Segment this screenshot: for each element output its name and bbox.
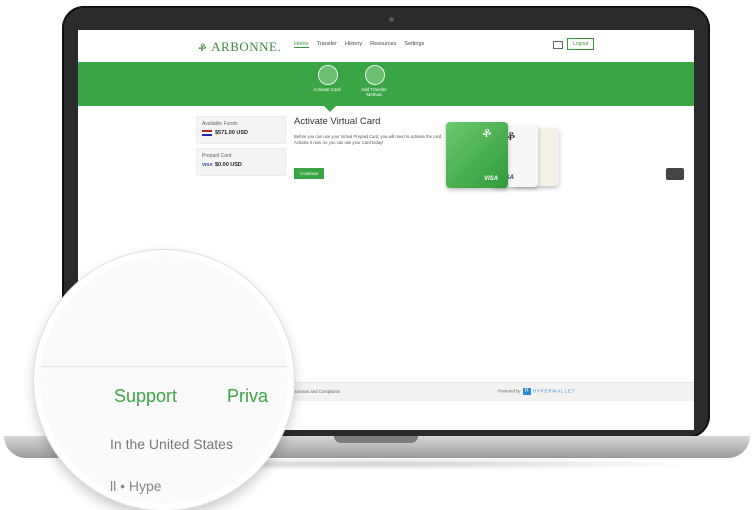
- camera-dot: [389, 17, 394, 22]
- nav-links: Home Transfer History Resources Settings: [294, 41, 424, 48]
- nav-transfer[interactable]: Transfer: [317, 41, 337, 48]
- base-notch: [334, 436, 418, 443]
- magnifier-us-text: In the United States: [110, 436, 233, 452]
- prepaid-card-card[interactable]: Prepaid Card VISA $0.00 USD: [196, 148, 286, 176]
- action-band: Activate Card Add Transfer Method: [78, 62, 694, 106]
- visa-icon: VISA: [202, 162, 213, 167]
- magnifier-support-link[interactable]: Support: [114, 386, 177, 407]
- available-funds-value: $571.00 USD: [215, 130, 249, 136]
- arbonne-logo[interactable]: ቆ ARBONNE.: [198, 39, 281, 55]
- logo-mark-icon: ቆ: [198, 39, 212, 54]
- activate-card-icon[interactable]: [318, 65, 338, 85]
- card-green-visa: VISA: [484, 176, 499, 182]
- hyperwallet-logo-icon: H: [522, 388, 531, 395]
- magnifier-content: Support Priva In the United States ll • …: [40, 256, 288, 504]
- nav-home[interactable]: Home: [294, 41, 309, 48]
- available-funds-card: Available Funds $571.00 USD: [196, 116, 286, 144]
- mail-icon[interactable]: [553, 41, 563, 49]
- powered-by: Powered by H HYPERWALLET: [498, 388, 575, 395]
- prepaid-card-label: Prepaid Card: [202, 153, 232, 159]
- card-green-logo-icon: ቆ: [482, 126, 492, 141]
- magnifier-lens: Support Priva In the United States ll • …: [34, 250, 294, 510]
- card-illustration: ቆ VISA ቆ VISA ቆ VISA: [438, 122, 578, 192]
- available-funds-label: Available Funds: [202, 121, 238, 127]
- logo-text: ARBONNE.: [211, 39, 282, 54]
- add-transfer-label[interactable]: Add Transfer Method: [354, 87, 394, 97]
- continue-button[interactable]: Continue: [294, 168, 325, 179]
- magnifier-hype-text: ll • Hype: [110, 478, 162, 494]
- prepaid-card-value: $0.00 USD: [215, 162, 242, 168]
- logout-button[interactable]: Logout: [567, 38, 595, 50]
- add-transfer-icon[interactable]: [365, 65, 385, 85]
- magnifier-privacy-link[interactable]: Priva: [227, 386, 268, 407]
- activate-card-label[interactable]: Activate Card: [307, 87, 347, 92]
- side-feedback-tab[interactable]: [666, 168, 684, 180]
- nav-history[interactable]: History: [345, 41, 362, 48]
- magnifier-divider: [40, 366, 288, 367]
- nav-resources[interactable]: Resources: [370, 41, 396, 48]
- powered-by-text: Powered by: [498, 388, 521, 394]
- activate-description: Before you can use your Virtual Prepaid …: [294, 134, 443, 145]
- hyperwallet-text: HYPERWALLET: [532, 388, 576, 394]
- active-pointer: [324, 106, 336, 112]
- nav-settings[interactable]: Settings: [404, 41, 424, 48]
- activate-title: Activate Virtual Card: [294, 116, 381, 127]
- top-nav: ቆ ARBONNE. Home Transfer History Resourc…: [78, 30, 694, 63]
- card-green: ቆ VISA: [446, 122, 508, 188]
- us-flag-icon: [202, 130, 212, 136]
